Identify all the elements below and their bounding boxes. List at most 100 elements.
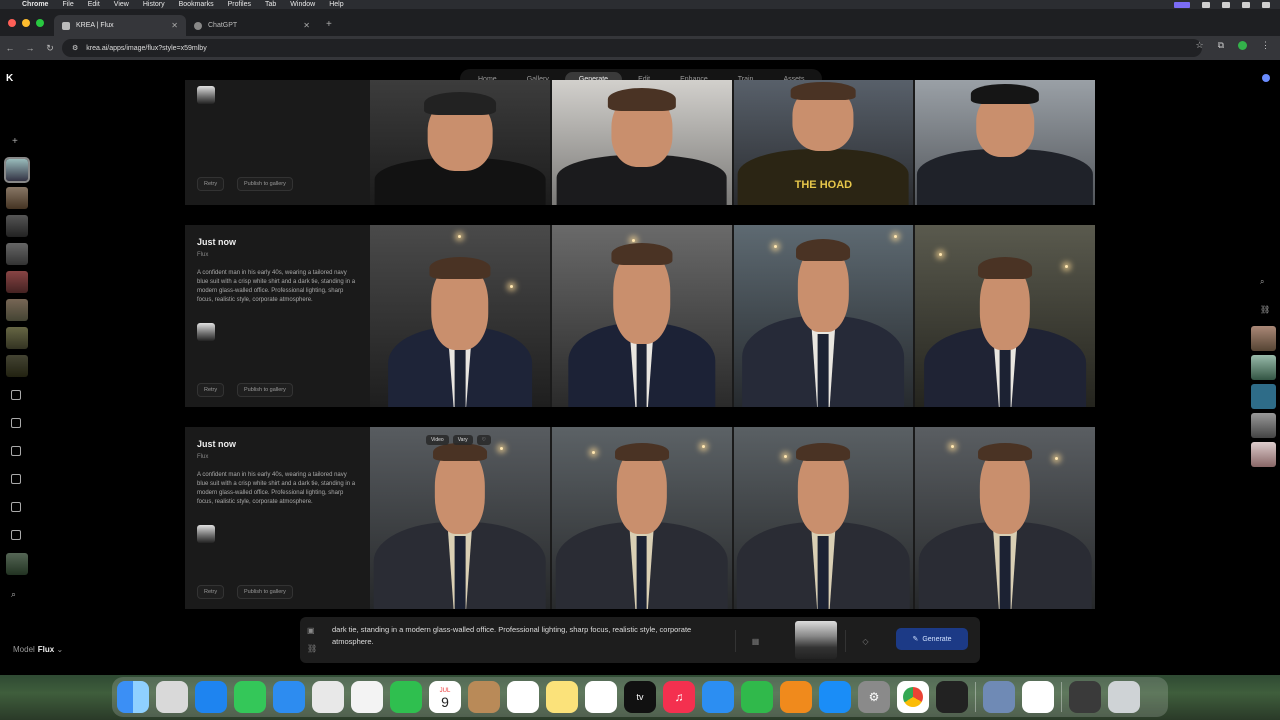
- trash-icon[interactable]: [1108, 681, 1140, 713]
- publish-button[interactable]: Publish to gallery: [237, 585, 293, 599]
- style-reference-image[interactable]: [795, 621, 837, 659]
- pages-icon[interactable]: [780, 681, 812, 713]
- slack-icon[interactable]: [1022, 681, 1054, 713]
- tab-krea[interactable]: KREA | Flux ✕: [54, 15, 186, 36]
- keynote-icon[interactable]: [702, 681, 734, 713]
- screenshot-icon[interactable]: [983, 681, 1015, 713]
- image-upload-icon[interactable]: ▣: [307, 626, 315, 635]
- reference-thumb[interactable]: [1251, 326, 1276, 351]
- menu-bookmarks[interactable]: Bookmarks: [179, 1, 214, 8]
- close-window-button[interactable]: [8, 19, 16, 27]
- menu-help[interactable]: Help: [329, 1, 343, 8]
- site-info-icon[interactable]: ⚙: [72, 44, 78, 52]
- contacts-icon[interactable]: [468, 681, 500, 713]
- freeform-icon[interactable]: [585, 681, 617, 713]
- reference-thumb[interactable]: [1251, 355, 1276, 380]
- aspect-ratio-icon[interactable]: ▦: [735, 630, 775, 652]
- search-icon[interactable]: ⌕: [1260, 277, 1264, 287]
- extensions-icon[interactable]: ⧉: [1218, 40, 1224, 51]
- prompt-input[interactable]: dark tie, standing in a modern glass-wal…: [332, 624, 732, 648]
- menu-edit[interactable]: Edit: [88, 1, 100, 8]
- publish-button[interactable]: Publish to gallery: [237, 177, 293, 191]
- history-thumb[interactable]: [6, 299, 28, 321]
- status-app-icon[interactable]: [1174, 1, 1190, 8]
- tag-icon[interactable]: ◇: [845, 630, 885, 652]
- minimize-window-button[interactable]: [22, 19, 30, 27]
- reference-avatar[interactable]: [197, 323, 215, 341]
- notes-icon[interactable]: [546, 681, 578, 713]
- menu-view[interactable]: View: [114, 1, 129, 8]
- reference-thumb[interactable]: [1251, 442, 1276, 467]
- history-thumb[interactable]: [4, 157, 30, 183]
- finder-icon[interactable]: [117, 681, 149, 713]
- generated-image[interactable]: [551, 427, 732, 609]
- krea-logo[interactable]: K: [6, 73, 13, 84]
- history-thumb[interactable]: [6, 215, 28, 237]
- activity-monitor-icon[interactable]: [936, 681, 968, 713]
- calendar-icon[interactable]: JUL 9: [429, 681, 461, 713]
- user-avatar[interactable]: [1262, 74, 1270, 82]
- history-thumb[interactable]: [6, 327, 28, 349]
- reminders-icon[interactable]: [507, 681, 539, 713]
- history-thumb[interactable]: [6, 355, 28, 377]
- menu-tab[interactable]: Tab: [265, 1, 276, 8]
- reference-avatar[interactable]: [197, 86, 215, 104]
- vary-button[interactable]: Vary: [452, 435, 473, 445]
- app-store-icon[interactable]: [819, 681, 851, 713]
- image-stack-icon[interactable]: [11, 502, 21, 512]
- menu-history[interactable]: History: [143, 1, 165, 8]
- generated-image[interactable]: [733, 225, 914, 407]
- mail-icon[interactable]: [273, 681, 305, 713]
- maps-icon[interactable]: [312, 681, 344, 713]
- generated-image[interactable]: [915, 427, 1095, 609]
- music-icon[interactable]: ♫: [663, 681, 695, 713]
- new-tab-button[interactable]: +: [318, 19, 340, 36]
- generated-image[interactable]: Video Vary ♡: [370, 427, 550, 609]
- safari-icon[interactable]: [195, 681, 227, 713]
- reference-thumb[interactable]: [1251, 384, 1276, 409]
- more-menu-icon[interactable]: ⋮: [1261, 40, 1270, 51]
- tab-chatgpt[interactable]: ChatGPT ✕: [186, 15, 318, 36]
- search-icon[interactable]: ⌕: [11, 589, 16, 600]
- menu-window[interactable]: Window: [290, 1, 315, 8]
- history-thumb[interactable]: [6, 243, 28, 265]
- generated-image[interactable]: [370, 80, 550, 205]
- history-thumb[interactable]: [6, 271, 28, 293]
- messages-icon[interactable]: [234, 681, 266, 713]
- history-thumb[interactable]: [6, 187, 28, 209]
- bookmark-star-icon[interactable]: ☆: [1195, 40, 1203, 51]
- history-thumb[interactable]: [6, 553, 28, 575]
- retry-button[interactable]: Retry: [197, 383, 225, 397]
- numbers-icon[interactable]: [741, 681, 773, 713]
- menu-file[interactable]: File: [62, 1, 73, 8]
- image-stack-icon[interactable]: [11, 390, 21, 400]
- video-button[interactable]: Video: [426, 435, 449, 445]
- reference-thumb[interactable]: [1251, 413, 1276, 438]
- new-generation-icon[interactable]: +: [12, 136, 18, 147]
- reference-avatar[interactable]: [197, 525, 215, 543]
- generated-image[interactable]: [915, 225, 1095, 407]
- generated-image[interactable]: [370, 225, 550, 407]
- control-center-icon[interactable]: [1262, 1, 1270, 8]
- account-icon[interactable]: [1202, 1, 1210, 8]
- address-bar[interactable]: ⚙ krea.ai/apps/image/flux?style=x59mlby: [62, 39, 1202, 57]
- retry-button[interactable]: Retry: [197, 177, 225, 191]
- image-stack-icon[interactable]: [11, 418, 21, 428]
- retry-button[interactable]: Retry: [197, 585, 225, 599]
- downloads-stack-icon[interactable]: [1069, 681, 1101, 713]
- close-tab-icon[interactable]: ✕: [171, 21, 178, 30]
- generated-image[interactable]: [915, 80, 1095, 205]
- menu-profiles[interactable]: Profiles: [228, 1, 251, 8]
- photos-icon[interactable]: [351, 681, 383, 713]
- close-tab-icon[interactable]: ✕: [303, 21, 310, 30]
- profile-avatar[interactable]: [1238, 41, 1247, 50]
- facetime-icon[interactable]: [390, 681, 422, 713]
- image-stack-icon[interactable]: [11, 530, 21, 540]
- image-stack-icon[interactable]: [11, 474, 21, 484]
- link-icon[interactable]: ⛓: [1260, 305, 1270, 314]
- search-icon[interactable]: [1242, 1, 1250, 8]
- generated-image[interactable]: THE HOAD: [733, 80, 914, 205]
- image-stack-icon[interactable]: [11, 446, 21, 456]
- reload-icon[interactable]: ↻: [40, 43, 60, 54]
- back-icon[interactable]: ←: [0, 43, 20, 53]
